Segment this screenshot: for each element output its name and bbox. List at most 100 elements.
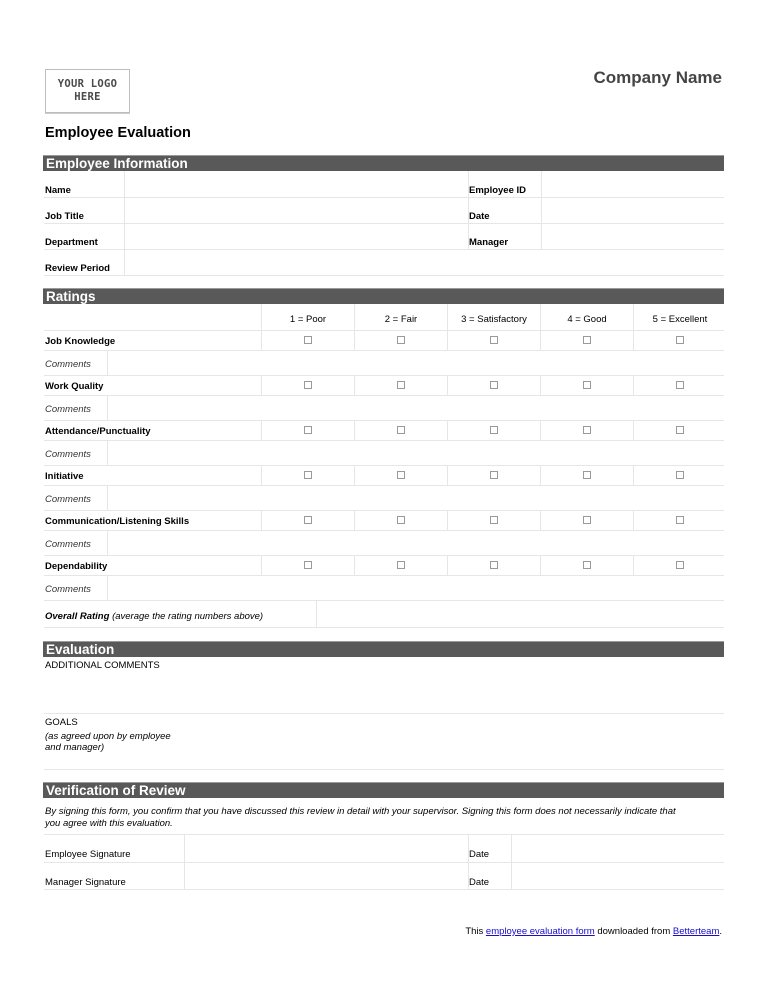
manager-signature-field[interactable]	[185, 863, 468, 889]
comments-field[interactable]	[114, 404, 719, 416]
column-divider	[354, 511, 355, 530]
logo-line2: HERE	[74, 91, 101, 103]
comments-row: Comments	[44, 531, 724, 556]
scale-header-2: 2 = Fair	[384, 314, 418, 325]
department-field[interactable]	[126, 237, 466, 249]
rating-checkbox-1[interactable]	[304, 561, 312, 569]
date-field[interactable]	[544, 211, 722, 223]
rating-checkbox-3[interactable]	[490, 426, 498, 434]
column-divider	[633, 511, 634, 530]
column-divider	[633, 421, 634, 440]
footer-suffix: .	[719, 926, 722, 937]
rating-checkbox-5[interactable]	[676, 471, 684, 479]
manager-field[interactable]	[544, 237, 722, 249]
column-divider	[354, 376, 355, 395]
manager-date-label: Date	[469, 877, 490, 888]
comments-field[interactable]	[114, 359, 719, 371]
rating-checkbox-4[interactable]	[583, 381, 591, 389]
rating-checkbox-5[interactable]	[676, 381, 684, 389]
employee-evaluation-form-link[interactable]: employee evaluation form	[486, 926, 595, 937]
rating-checkbox-1[interactable]	[304, 471, 312, 479]
rating-row: Attendance/Punctuality	[44, 421, 724, 441]
rating-checkbox-3[interactable]	[490, 381, 498, 389]
rating-checkbox-1[interactable]	[304, 381, 312, 389]
employee-signature-row: Employee Signature Date	[44, 835, 724, 863]
column-divider	[633, 331, 634, 350]
column-divider	[261, 331, 262, 350]
scale-header-3: 3 = Satisfactory	[461, 314, 527, 325]
column-divider	[540, 376, 541, 395]
rating-checkbox-2[interactable]	[397, 426, 405, 434]
comments-row: Comments	[44, 576, 724, 601]
rating-checkbox-4[interactable]	[583, 471, 591, 479]
column-divider	[540, 421, 541, 440]
rating-checkbox-1[interactable]	[304, 336, 312, 344]
manager-date-field[interactable]	[512, 863, 724, 889]
goals-row: GOALS (as agreed upon by employee and ma…	[44, 714, 724, 770]
column-divider	[354, 466, 355, 485]
rating-checkbox-3[interactable]	[490, 471, 498, 479]
verification-notice-line2: you agree with this evaluation.	[45, 818, 173, 829]
goals-label: GOALS	[45, 717, 78, 728]
comments-field[interactable]	[114, 494, 719, 506]
name-field[interactable]	[126, 185, 466, 197]
column-divider	[447, 556, 448, 575]
verification-notice-line1: By signing this form, you confirm that y…	[45, 806, 676, 817]
comments-field[interactable]	[114, 449, 719, 461]
rating-checkbox-4[interactable]	[583, 561, 591, 569]
additional-comments-label: ADDITIONAL COMMENTS	[45, 660, 160, 671]
column-divider	[447, 304, 448, 331]
footer-credit: This employee evaluation form downloaded…	[465, 926, 722, 937]
rating-checkbox-3[interactable]	[490, 516, 498, 524]
column-divider	[447, 421, 448, 440]
column-divider	[354, 331, 355, 350]
comments-divider	[107, 576, 108, 600]
rating-checkbox-2[interactable]	[397, 381, 405, 389]
comments-label: Comments	[45, 449, 91, 460]
rating-checkbox-4[interactable]	[583, 426, 591, 434]
comments-field[interactable]	[114, 539, 719, 551]
rating-checkbox-2[interactable]	[397, 471, 405, 479]
overall-rating-row: Overall Rating (average the rating numbe…	[44, 601, 724, 628]
rating-checkbox-5[interactable]	[676, 561, 684, 569]
comments-label: Comments	[45, 584, 91, 595]
goals-field[interactable]	[194, 714, 724, 768]
column-divider	[540, 511, 541, 530]
name-label: Name	[45, 185, 71, 196]
rating-checkbox-1[interactable]	[304, 516, 312, 524]
info-row-job-title: Job Title Date	[44, 198, 724, 224]
section-verification: Verification of Review	[43, 782, 724, 798]
job-title-field[interactable]	[126, 211, 466, 223]
column-divider	[261, 421, 262, 440]
document-title: Employee Evaluation	[45, 125, 191, 141]
column-divider	[447, 331, 448, 350]
department-label: Department	[45, 237, 98, 248]
rating-checkbox-2[interactable]	[397, 516, 405, 524]
rating-checkbox-5[interactable]	[676, 336, 684, 344]
rating-checkbox-3[interactable]	[490, 561, 498, 569]
rating-checkbox-5[interactable]	[676, 516, 684, 524]
overall-rating-field[interactable]	[324, 611, 719, 623]
info-row-department: Department Manager	[44, 224, 724, 250]
column-divider	[540, 331, 541, 350]
employee-id-field[interactable]	[544, 185, 722, 197]
scale-header-4: 4 = Good	[567, 314, 607, 325]
rating-checkbox-4[interactable]	[583, 516, 591, 524]
rating-checkbox-2[interactable]	[397, 336, 405, 344]
employee-signature-field[interactable]	[185, 835, 468, 862]
additional-comments-field[interactable]	[44, 673, 724, 711]
column-divider	[540, 304, 541, 331]
review-period-field[interactable]	[126, 263, 716, 275]
rating-checkbox-5[interactable]	[676, 426, 684, 434]
rating-checkbox-1[interactable]	[304, 426, 312, 434]
comments-row: Comments	[44, 486, 724, 511]
rating-checkbox-2[interactable]	[397, 561, 405, 569]
column-divider	[261, 466, 262, 485]
betterteam-link[interactable]: Betterteam	[673, 926, 719, 937]
rating-checkbox-4[interactable]	[583, 336, 591, 344]
comments-field[interactable]	[114, 584, 719, 596]
employee-date-field[interactable]	[512, 835, 724, 862]
comments-label: Comments	[45, 494, 91, 505]
rating-checkbox-3[interactable]	[490, 336, 498, 344]
footer-middle: downloaded from	[594, 926, 673, 937]
